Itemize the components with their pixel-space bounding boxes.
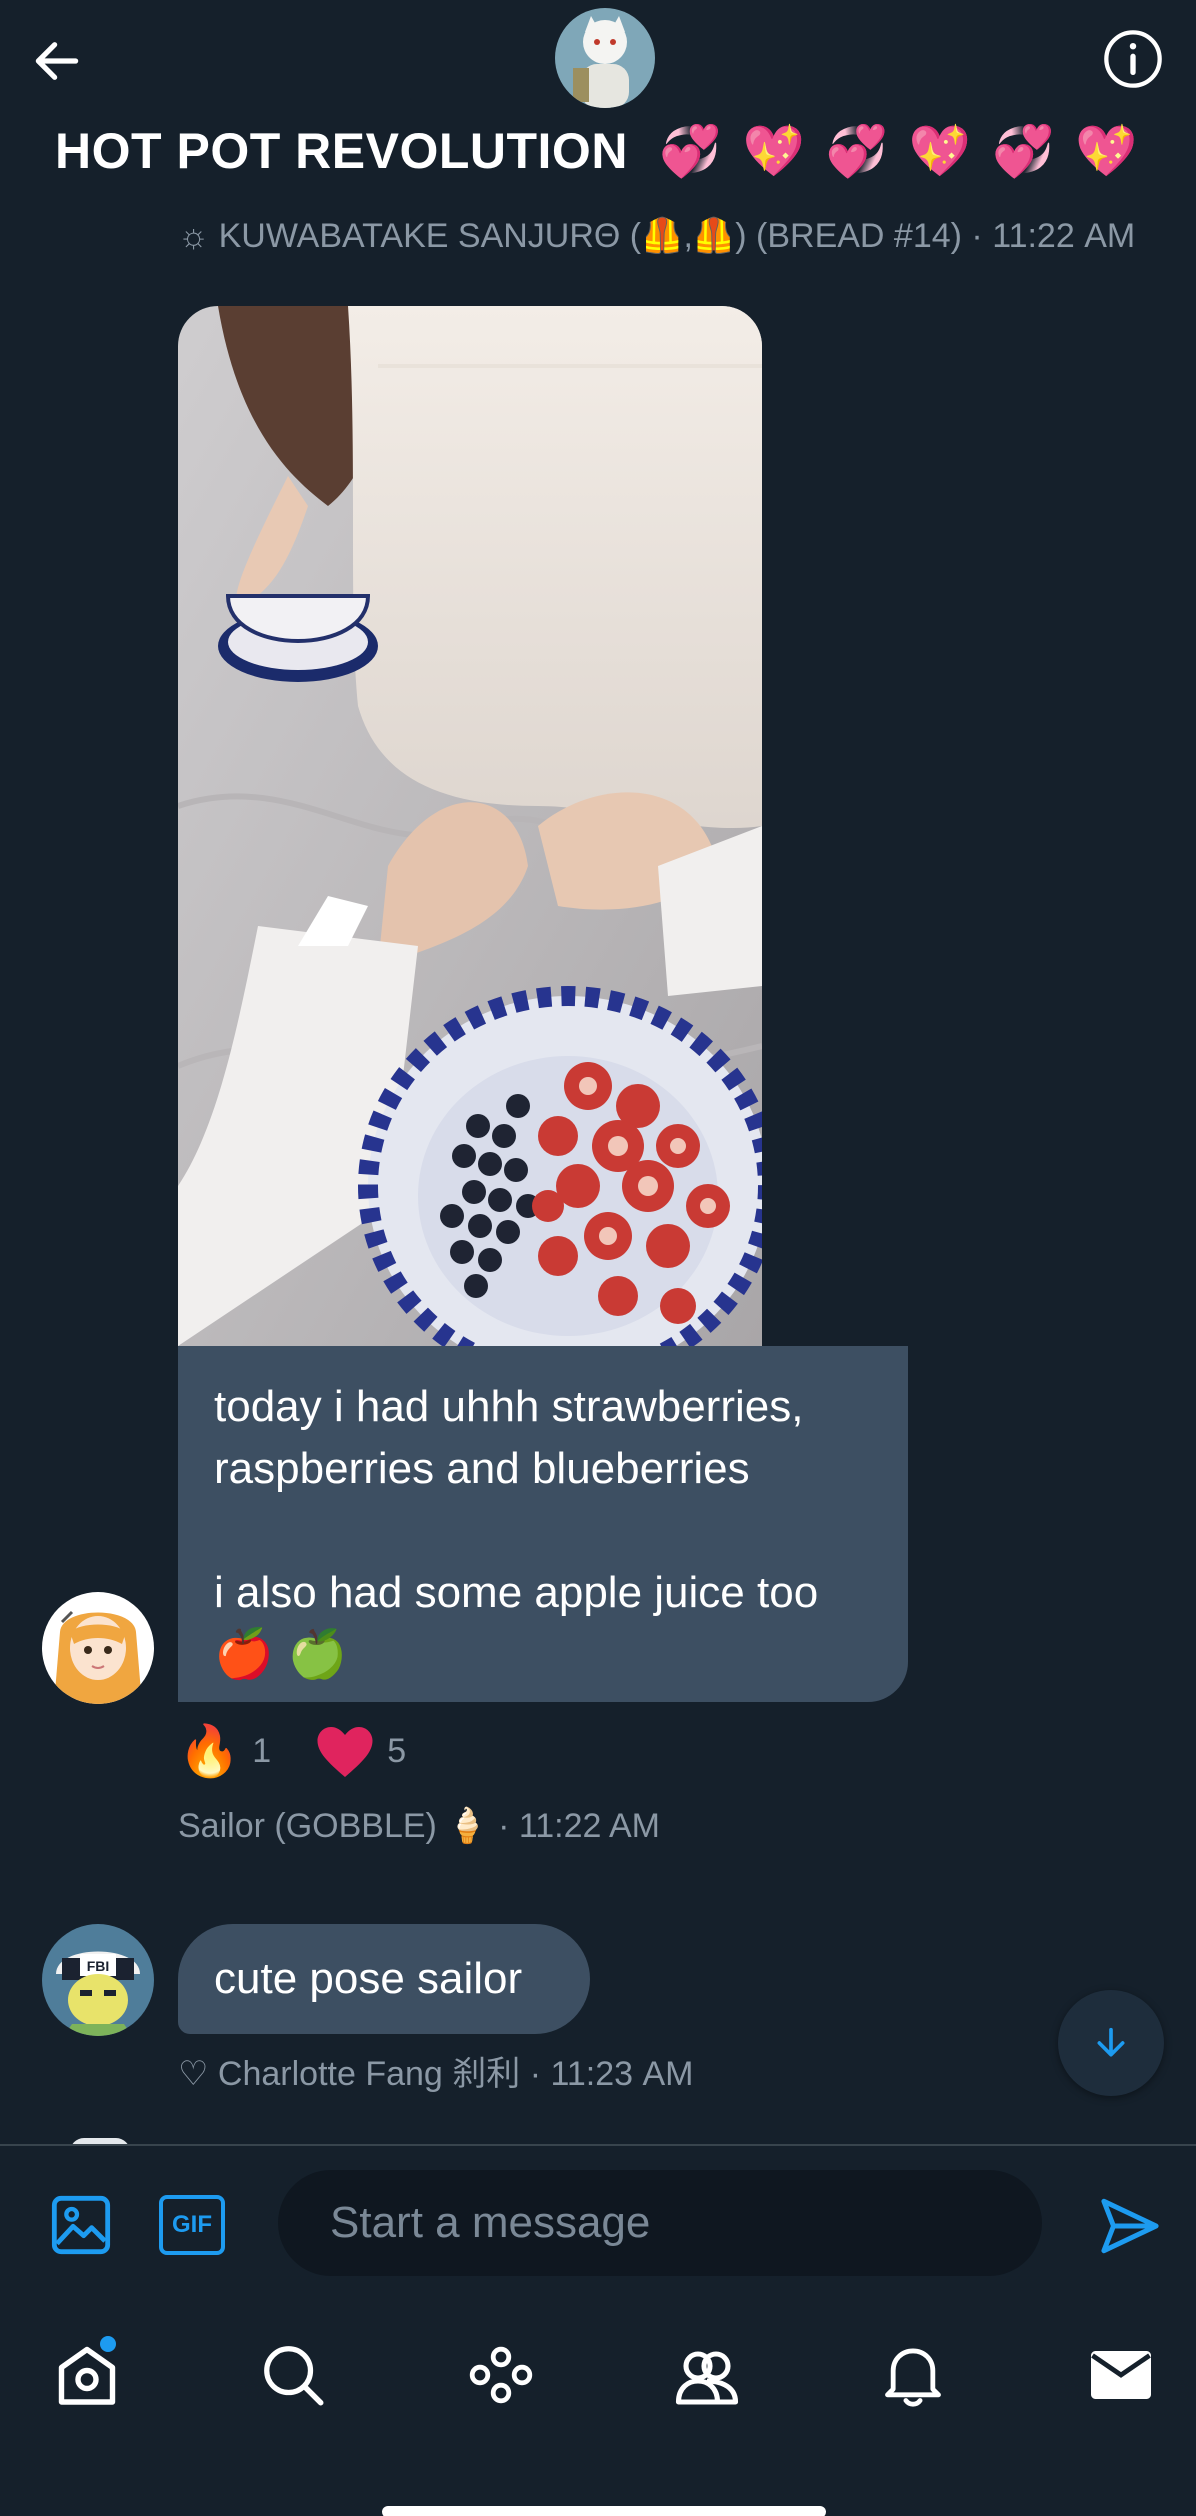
message-meta: Sailor (GOBBLE) 🍦 · 11:22 AM (178, 1807, 660, 1845)
dm-conversation-screen: HOT POT REVOLUTION 💞 💖 💞 💖 💞 💖 ☼ KUWABAT… (0, 0, 1196, 2516)
message-text-line (214, 1500, 872, 1562)
bell-icon (885, 2348, 941, 2407)
heart-emoji: 💞 (825, 123, 889, 179)
reactions-row: 🔥 1 5 (178, 1722, 406, 1781)
notification-dot (100, 2336, 116, 2352)
nav-communities[interactable] (662, 2330, 752, 2420)
heart-emoji: 💞 (659, 123, 723, 179)
green-apple-emoji: 🍏 (287, 1628, 348, 1681)
conversation-header: HOT POT REVOLUTION 💞 💖 💞 💖 💞 💖 (0, 0, 1196, 220)
nav-messages[interactable] (1076, 2330, 1166, 2420)
search-icon (264, 2346, 324, 2406)
message-text-line: raspberries and blueberries (214, 1444, 750, 1493)
nav-home[interactable] (42, 2330, 132, 2420)
avatar[interactable] (42, 1592, 154, 1704)
back-arrow-icon (35, 42, 79, 80)
reaction-heart[interactable]: 5 (315, 1724, 406, 1780)
title-emoji-group: 💞 💖 💞 💖 💞 💖 (656, 122, 1141, 181)
send-icon (1101, 2198, 1159, 2254)
message-text: cute pose sailor (214, 1954, 523, 2003)
group-avatar[interactable] (555, 8, 655, 108)
reaction-count: 1 (252, 1732, 272, 1770)
fire-icon: 🔥 (178, 1723, 241, 1779)
message-meta: ♡ Charlotte Fang 刹利 · 11:23 AM (178, 2055, 694, 2093)
svg-text:FBI: FBI (87, 1958, 110, 1974)
message-photo[interactable] (178, 306, 762, 1346)
heart-emoji: 💖 (908, 123, 972, 179)
home-indicator (382, 2506, 826, 2516)
send-button[interactable] (1090, 2186, 1170, 2266)
reaction-fire[interactable]: 🔥 1 (178, 1722, 271, 1781)
heart-emoji: 💞 (992, 123, 1055, 179)
envelope-icon (1091, 2351, 1151, 2399)
heart-emoji: 💖 (1075, 123, 1138, 179)
back-button[interactable] (22, 26, 92, 96)
add-gif-button[interactable]: GIF (156, 2190, 228, 2260)
message-text-line: i also had some apple juice too (214, 1568, 819, 1617)
reaction-count: 5 (387, 1732, 407, 1770)
communities-icon (675, 2351, 739, 2405)
bottom-navigation (0, 2300, 1196, 2516)
message-emojis: 🍎 🍏 (214, 1624, 872, 1686)
nav-notifications[interactable] (868, 2330, 958, 2420)
add-photo-button[interactable] (46, 2190, 116, 2260)
message-input[interactable] (278, 2170, 1042, 2276)
image-icon (51, 2195, 111, 2255)
message-meta: ☼ KUWABATAKE SANJURΘ (🦺,🦺) (BREAD #14) ·… (178, 217, 1136, 255)
conversation-title: HOT POT REVOLUTION 💞 💖 💞 💖 💞 💖 (0, 122, 1196, 181)
message-composer: GIF (0, 2144, 1196, 2300)
conversation-info-button[interactable] (1098, 24, 1168, 94)
heart-icon (317, 1726, 373, 1777)
spaces-icon (469, 2346, 533, 2404)
red-apple-emoji: 🍎 (214, 1628, 274, 1681)
message-bubble[interactable]: cute pose sailor (178, 1924, 590, 2034)
conversation-title-text: HOT POT REVOLUTION (55, 123, 628, 179)
avatar[interactable]: FBI (42, 1924, 154, 2036)
heart-emoji: 💖 (742, 123, 806, 179)
message-bubble[interactable]: today i had uhhh strawberries, raspberri… (178, 1346, 908, 1702)
scroll-to-bottom-button[interactable] (1058, 1990, 1164, 2096)
arrow-down-icon (1097, 2027, 1125, 2057)
gif-icon: GIF (159, 2195, 225, 2255)
info-icon (1104, 30, 1162, 88)
message-text-line: today i had uhhh strawberries, (214, 1382, 804, 1431)
nav-spaces[interactable] (456, 2330, 546, 2420)
nav-search[interactable] (248, 2330, 338, 2420)
